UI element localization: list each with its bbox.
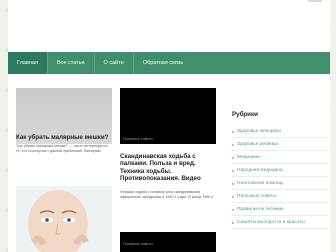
article-thumbnail[interactable]: Полезные советы (120, 232, 216, 252)
article-title[interactable]: Как убрать малярные мешки? (16, 134, 112, 141)
face-image (16, 186, 112, 252)
article-excerpt: Финская ходьба с палками (или скандинавс… (120, 190, 214, 199)
category-label: Полезные советы (123, 137, 153, 141)
main-navigation: Главная Все статьи О сайте Обратная связ… (8, 52, 330, 74)
sidebar-item-child-health[interactable]: Здоровье ребенка (232, 139, 328, 151)
site-container: Главная Все статьи О сайте Обратная связ… (8, 0, 330, 252)
header-divider (308, 0, 322, 2)
article-thumbnail-face[interactable] (16, 186, 112, 252)
sidebar-title: Рубрики (232, 111, 258, 118)
site-header (8, 0, 330, 52)
nav-all-articles[interactable]: Все статьи (48, 52, 94, 74)
article-title[interactable]: Скандинавская ходьба с палками. Польза и… (120, 153, 220, 183)
sidebar-item-folk-medicine[interactable]: Народная медицина (232, 165, 328, 177)
sidebar-item-beauty[interactable]: Секреты молодости и красоты (232, 217, 328, 229)
article-excerpt: "Как убрать малярные мешки?" — чисто инт… (16, 144, 108, 153)
article-thumbnail[interactable]: Полезные советы (120, 88, 216, 144)
sidebar-item-useful-tips[interactable]: Полезные советы (232, 191, 328, 203)
page-background: Главная Все статьи О сайте Обратная связ… (0, 0, 336, 252)
nav-home[interactable]: Главная (8, 52, 47, 74)
sidebar-item-emergency[interactable]: Неотложная помощь (232, 178, 328, 190)
category-label: Полезные советы (123, 242, 153, 246)
nav-about[interactable]: О сайте (95, 52, 133, 74)
sidebar-item-womens-health[interactable]: Здоровье женщины (232, 126, 328, 138)
nav-feedback[interactable]: Обратная связь (134, 52, 193, 74)
sidebar-item-medicine[interactable]: Медицина (232, 152, 328, 164)
sidebar-item-nutrition[interactable]: Правильное питание (232, 204, 328, 216)
